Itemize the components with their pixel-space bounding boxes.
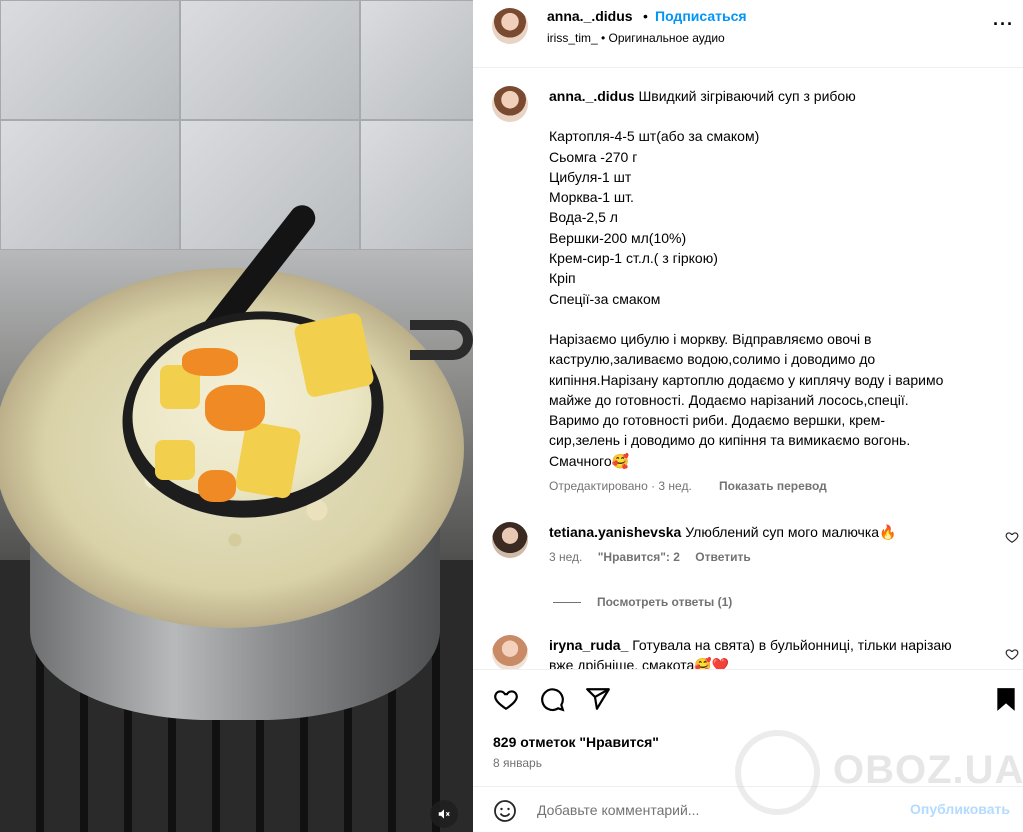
likes-count[interactable]: 829 отметок "Нравится" — [493, 734, 659, 750]
method-line: Варимо до готовності риби. Додаємо вершк… — [549, 412, 886, 429]
caption-title: Швидкий зігріваючий суп з рибою — [638, 88, 856, 104]
follow-button[interactable]: Подписаться — [655, 8, 747, 24]
post-header: anna._.didus • Подписаться iriss_tim_ • … — [473, 0, 1023, 68]
comment-likes[interactable]: "Нравится": 2 — [598, 550, 680, 564]
caption-author[interactable]: anna._.didus — [549, 88, 635, 104]
bookmark-icon[interactable] — [993, 686, 1019, 712]
ingredient-line: Картопля-4-5 шт(або за смаком) — [549, 128, 760, 145]
ingredients-list: Картопля-4-5 шт(або за смаком) Сьомга -2… — [549, 126, 1009, 309]
commenter-avatar[interactable] — [492, 635, 528, 669]
ingredient-line: Сьомга -270 г — [549, 148, 638, 165]
method-line: каструлю,заливаємо водою,солимо і доводи… — [549, 351, 876, 368]
comment-like-heart-icon[interactable] — [1005, 647, 1019, 661]
heart-icon[interactable] — [493, 686, 519, 712]
reply-button[interactable]: Ответить — [695, 550, 750, 564]
ingredient-line: Морква-1 шт. — [549, 189, 634, 206]
emoji-icon[interactable] — [493, 799, 517, 823]
carrot-piece — [205, 385, 265, 431]
comment-item: tetiana.yanishevska Улюблений суп мого м… — [473, 522, 1023, 564]
comment-like-heart-icon[interactable] — [1005, 530, 1019, 544]
mute-icon — [438, 809, 450, 819]
post-media-video[interactable] — [0, 0, 473, 832]
caption-edited-time: Отредактировано · 3 нед. — [549, 479, 692, 493]
ingredient-line: Вершки-200 мл(10%) — [549, 229, 687, 246]
caption-author-avatar[interactable] — [492, 86, 528, 122]
author-username[interactable]: anna._.didus — [547, 8, 633, 24]
potato-piece — [234, 420, 302, 500]
comment-text: iryna_ruda_ Готувала на свята) в бульйон… — [549, 635, 979, 669]
commenter-username[interactable]: iryna_ruda_ — [549, 637, 628, 653]
method-line: Смачного🥰 — [549, 452, 630, 469]
replies-divider — [553, 602, 581, 604]
method-line: кипіння.Нарізану картоплю додаємо у кипл… — [549, 371, 944, 388]
post-actions-section: 829 отметок "Нравится" 8 январь Опублико… — [473, 669, 1023, 832]
carrot-piece — [198, 470, 236, 502]
method-line: Нарізаємо цибулю і моркву. Відправляємо … — [549, 330, 872, 347]
post-caption: anna._.didus Швидкий зігріваючий суп з р… — [549, 86, 1009, 471]
potato-piece — [155, 440, 195, 480]
add-comment-bar: Опубликовать — [473, 786, 1023, 832]
ingredient-line: Цибуля-1 шт — [549, 168, 632, 185]
method-line: сир,зелень і доводимо до кипіння та вими… — [549, 432, 911, 449]
comment-meta: 3 нед. "Нравится": 2 Ответить — [549, 550, 763, 564]
carrot-piece — [182, 348, 238, 376]
pot-handle — [410, 320, 473, 360]
comment-icon[interactable] — [539, 686, 565, 712]
author-avatar[interactable] — [492, 8, 528, 44]
ingredient-line: Кріп — [549, 270, 576, 287]
post-date[interactable]: 8 январь — [493, 756, 542, 770]
mute-button[interactable] — [430, 800, 458, 828]
method-text: Нарізаємо цибулю і моркву. Відправляємо … — [549, 329, 1009, 471]
ingredient-line: Спеції-за смаком — [549, 290, 661, 307]
view-replies-label: Посмотреть ответы (1) — [597, 595, 733, 609]
comments-scroll-area[interactable]: anna._.didus Швидкий зігріваючий суп з р… — [473, 69, 1023, 669]
view-replies-button[interactable]: Посмотреть ответы (1) — [553, 595, 732, 609]
method-line: майже до готовності. Додаємо нарізаний л… — [549, 391, 909, 408]
comment-text: tetiana.yanishevska Улюблений суп мого м… — [549, 522, 979, 542]
ingredient-line: Вода-2,5 л — [549, 209, 618, 226]
commenter-avatar[interactable] — [492, 522, 528, 558]
comment-item: iryna_ruda_ Готувала на свята) в бульйон… — [473, 635, 1023, 669]
comment-age: 3 нед. — [549, 550, 583, 564]
commenter-username[interactable]: tetiana.yanishevska — [549, 524, 681, 540]
more-options-icon[interactable]: ··· — [993, 14, 1014, 35]
publish-button[interactable]: Опубликовать — [910, 801, 1010, 817]
share-icon[interactable] — [585, 686, 611, 712]
separator-dot: • — [643, 8, 648, 24]
post-side-panel: anna._.didus • Подписаться iriss_tim_ • … — [473, 0, 1023, 832]
comment-body: Улюблений суп мого малючка🔥 — [685, 524, 897, 540]
comment-input[interactable] — [537, 797, 897, 823]
show-translation-link[interactable]: Показать перевод — [719, 479, 827, 493]
audio-info[interactable]: iriss_tim_ • Оригинальное аудио — [547, 31, 725, 45]
ingredient-line: Крем-сир-1 ст.л.( з гіркою) — [549, 250, 718, 267]
